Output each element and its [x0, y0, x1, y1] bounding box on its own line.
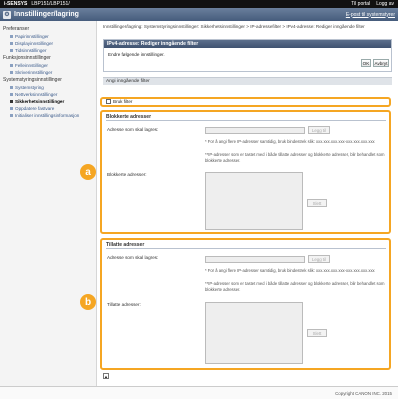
sidebar-item-firmware[interactable]: Oppdatere fastvare — [0, 105, 96, 112]
panel-title: IPv4-adresse: Rediger inngående filter — [104, 40, 391, 48]
allowed-delete-button[interactable]: Slett — [307, 329, 327, 337]
sidebar-item-time[interactable]: Tidsinnstillinger — [0, 47, 96, 54]
sidebar-item-label: Skriverinnstillinger — [15, 70, 53, 75]
blocked-delete-button[interactable]: Slett — [307, 199, 327, 207]
use-filter-row: Bruk filter — [106, 99, 132, 104]
cancel-button[interactable]: Avbryt — [373, 59, 389, 67]
bullet-icon — [10, 114, 13, 117]
settings-icon: ⚙ — [3, 10, 11, 19]
sidebar-group-label: Funksjonsinnstillinger — [3, 55, 51, 61]
footer: Copyright CANON INC. 2015 — [0, 386, 398, 399]
section-header: Angi inngående filter — [103, 77, 392, 85]
allowed-add-button[interactable]: Legg til — [308, 255, 330, 263]
sidebar-item-network[interactable]: Nettverksinnstillinger — [0, 91, 96, 98]
sidebar-item-label: Tidsinnstillinger — [15, 48, 47, 53]
sidebar-item-label: Oppdatere fastvare — [15, 106, 55, 111]
allowed-list-label: Tillatte adresser: — [107, 302, 141, 307]
blocked-note-2: **IP-adresser som er tastet med i både t… — [205, 152, 385, 163]
brand-name: i-SENSYS — [4, 1, 28, 7]
sidebar-item-common[interactable]: Felleinnstillinger — [0, 62, 96, 69]
title-bar: ⚙ Innstillinger/lagring E-post til syste… — [0, 8, 398, 21]
scroll-top-icon[interactable]: ▲ — [103, 373, 109, 379]
ok-button[interactable]: OK — [361, 59, 371, 67]
bullet-icon — [10, 42, 13, 45]
model-name: LBP151/LBP151/ — [31, 1, 70, 7]
sidebar-item-security[interactable]: Sikkerhetsinnstillinger — [0, 98, 96, 105]
sidebar-item-initialize[interactable]: Initialiser innstillingsinformasjon — [0, 112, 96, 119]
use-filter-checkbox[interactable] — [106, 99, 111, 104]
bullet-icon — [10, 49, 13, 52]
mail-admin-link[interactable]: E-post til systemstyrer — [346, 12, 395, 18]
allowed-title: Tillatte adresser — [106, 242, 386, 249]
sidebar-item-label: Felleinnstillinger — [15, 63, 48, 68]
allowed-address-input[interactable] — [205, 256, 305, 263]
sidebar-item-system[interactable]: Systemstyring — [0, 84, 96, 91]
sidebar-item-label: Systemstyring — [15, 85, 44, 90]
page-title: Innstillinger/lagring — [14, 11, 79, 18]
sidebar-item-printer[interactable]: Skriverinnstillinger — [0, 69, 96, 76]
bullet-icon — [10, 71, 13, 74]
allowed-note-1: * For å angi flere IP-adresser samtidig,… — [205, 268, 375, 273]
blocked-title: Blokkerte adresser — [106, 114, 386, 121]
sidebar: Preferanser Papirinnstillinger Displayin… — [0, 21, 97, 394]
top-bar: i-SENSYS LBP151/LBP151/ Til portal Logg … — [0, 0, 398, 8]
breadcrumb: Innstillinger/lagring: Systemstyringsinn… — [103, 24, 365, 29]
blocked-list-label: Blokkerte adresser: — [107, 172, 147, 177]
bullet-icon — [10, 35, 13, 38]
allowed-address-label: Adresse som skal lagres: — [107, 255, 159, 260]
edit-panel: IPv4-adresse: Rediger inngående filter E… — [103, 39, 392, 72]
sidebar-item-label: Nettverksinnstillinger — [15, 92, 58, 97]
callout-b-badge: b — [80, 294, 96, 310]
bullet-icon — [10, 93, 13, 96]
sidebar-item-label: Initialiser innstillingsinformasjon — [15, 113, 80, 118]
copyright-text: Copyright CANON INC. 2015 — [335, 390, 392, 396]
logout-link[interactable]: Logg av — [376, 1, 394, 7]
portal-link[interactable]: Til portal — [351, 1, 370, 7]
blocked-address-input[interactable] — [205, 127, 305, 134]
bullet-icon — [10, 100, 13, 103]
bullet-icon — [10, 64, 13, 67]
bullet-icon — [10, 86, 13, 89]
sidebar-item-label: Displayinnstillinger — [15, 41, 54, 46]
sidebar-item-display[interactable]: Displayinnstillinger — [0, 40, 96, 47]
use-filter-highlight — [100, 97, 391, 107]
sidebar-item-label: Papirinnstillinger — [15, 34, 49, 39]
bullet-icon — [10, 107, 13, 110]
blocked-address-list[interactable] — [205, 172, 303, 230]
callout-a-badge: a — [80, 164, 96, 180]
panel-text: Endre følgende innstillinger. — [108, 52, 165, 57]
sidebar-item-paper[interactable]: Papirinnstillinger — [0, 33, 96, 40]
blocked-note-1: * For å angi flere IP-adresser samtidig,… — [205, 139, 375, 144]
use-filter-label: Bruk filter — [113, 99, 133, 104]
blocked-address-label: Adresse som skal lagres: — [107, 127, 159, 132]
allowed-address-list[interactable] — [205, 302, 303, 364]
sidebar-item-label: Sikkerhetsinnstillinger — [15, 99, 65, 104]
blocked-add-button[interactable]: Legg til — [308, 126, 330, 134]
allowed-note-2: **IP-adresser som er tastet med i både t… — [205, 281, 385, 292]
sidebar-group-label: Systemstyringsinnstillinger — [3, 77, 62, 83]
sidebar-group-label: Preferanser — [3, 26, 30, 32]
